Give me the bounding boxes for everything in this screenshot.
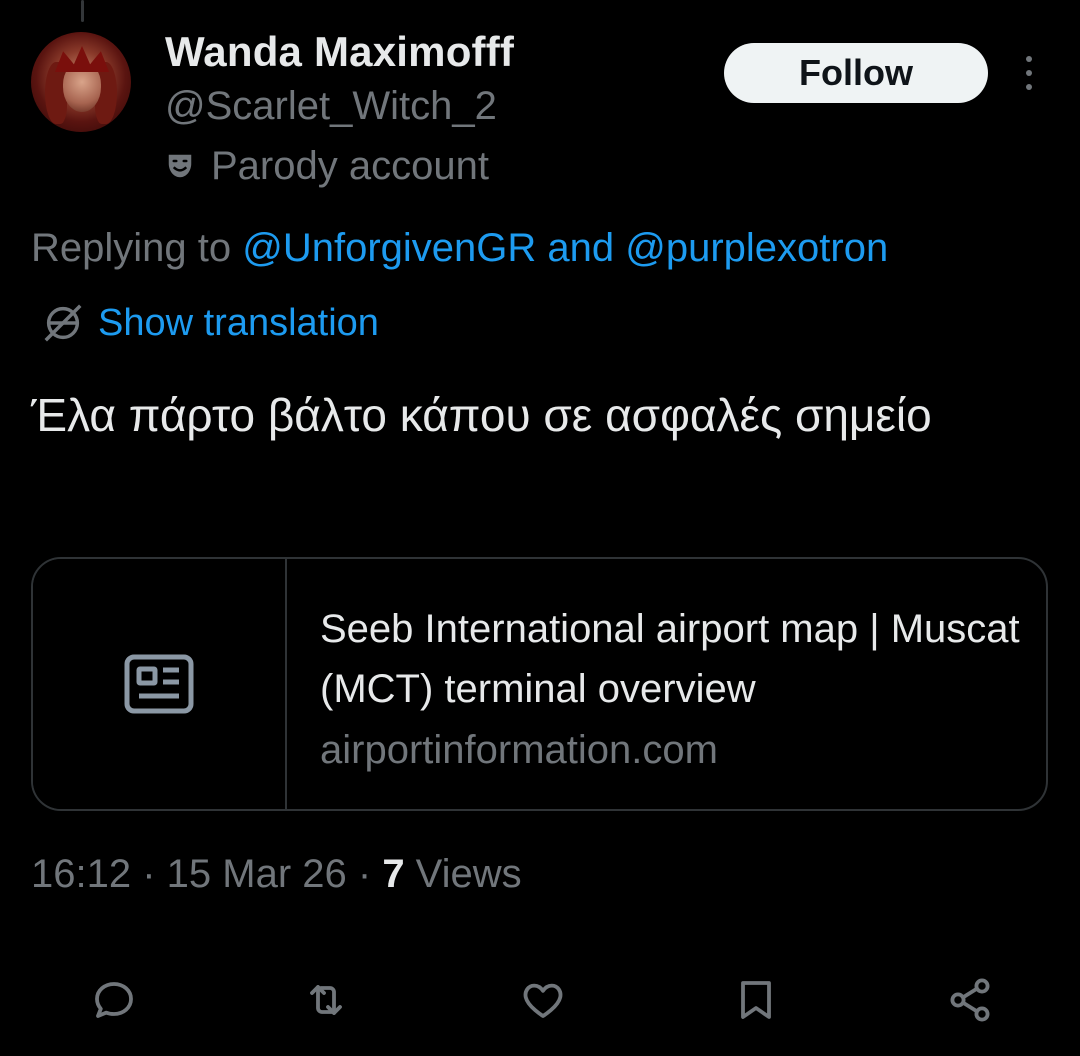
thread-connector-line [81,0,84,22]
bookmark-button[interactable] [726,970,786,1030]
retweet-button[interactable] [296,970,356,1030]
reply-icon [95,982,133,1018]
follow-button[interactable]: Follow [724,43,988,103]
more-dots-icon [1026,56,1032,62]
bookmark-icon [741,981,771,1019]
avatar[interactable] [31,32,131,132]
meta-separator: · [131,852,167,896]
theater-masks-icon [168,154,192,178]
more-options-button[interactable] [1014,50,1044,96]
share-icon [950,978,990,1022]
parody-label: Parody account [211,143,489,188]
reply-button[interactable] [84,970,144,1030]
news-article-icon [124,654,194,714]
action-bar [0,960,1080,1040]
card-thumbnail [33,559,287,809]
views-label[interactable]: Views [405,852,522,896]
meta-separator: · [346,852,383,896]
tweet-text: Έλα πάρτο βάλτο κάπου σε ασφαλές σημείο [31,389,932,441]
tweet-meta: 16:12 · 15 Mar 26 · 7 Views [31,852,522,897]
mention-joiner: and [536,226,626,270]
like-button[interactable] [513,970,573,1030]
author-display-name[interactable]: Wanda Maximofff [165,28,514,76]
globe-icon [44,304,82,342]
replying-to: Replying to @UnforgivenGR and @purplexot… [31,226,888,271]
views-count[interactable]: 7 [382,852,404,896]
like-icon [523,983,563,1018]
card-title: Seeb International airport map | Muscat … [320,607,1020,711]
author-handle[interactable]: @Scarlet_Witch_2 [165,84,497,129]
card-domain: airportinformation.com [320,728,718,772]
link-card[interactable]: Seeb International airport map | Muscat … [31,557,1048,811]
parody-badge: Parody account [165,142,489,190]
retweet-icon [310,985,342,1015]
card-text: Seeb International airport map | Muscat … [320,599,1020,781]
mention-purplexotron[interactable]: @purplexotron [625,226,888,270]
share-button[interactable] [940,970,1000,1030]
mention-unforgivengr[interactable]: @UnforgivenGR [242,226,536,270]
tweet-time[interactable]: 16:12 [31,852,131,896]
show-translation-button[interactable]: Show translation [40,296,379,350]
show-translation-label[interactable]: Show translation [98,302,379,345]
replying-prefix: Replying to [31,226,243,270]
tweet-date[interactable]: 15 Mar 26 [167,852,347,896]
